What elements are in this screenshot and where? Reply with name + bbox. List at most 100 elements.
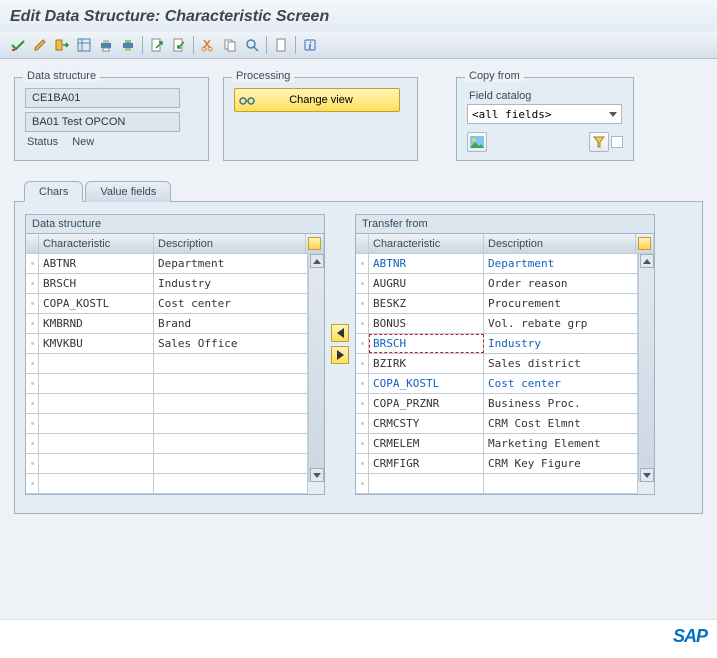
table-row[interactable] [26, 374, 308, 394]
table-row[interactable]: CRMFIGRCRM Key Figure [356, 454, 638, 474]
table-row[interactable]: KMVKBUSales Office [26, 334, 308, 354]
cell-description[interactable]: Industry [484, 334, 638, 353]
col-characteristic[interactable]: Characteristic [39, 234, 154, 253]
table-row[interactable] [356, 474, 638, 494]
table-row[interactable]: BRSCHIndustry [356, 334, 638, 354]
cell-characteristic[interactable] [39, 454, 154, 473]
cell-characteristic[interactable]: KMVKBU [39, 334, 154, 353]
table-settings-icon[interactable] [74, 35, 94, 55]
cell-description[interactable]: CRM Cost Elmnt [484, 414, 638, 433]
scrollbar[interactable] [638, 254, 654, 482]
table-row[interactable] [26, 454, 308, 474]
row-selector[interactable] [26, 394, 39, 413]
row-selector[interactable] [356, 474, 369, 493]
search-icon[interactable] [242, 35, 262, 55]
cell-description[interactable]: Marketing Element [484, 434, 638, 453]
row-selector[interactable] [356, 274, 369, 293]
row-selector[interactable] [356, 294, 369, 313]
row-selector[interactable] [356, 454, 369, 473]
cell-description[interactable]: Vol. rebate grp [484, 314, 638, 333]
table-row[interactable]: ABTNRDepartment [356, 254, 638, 274]
filter-checkbox[interactable] [611, 136, 623, 148]
cell-characteristic[interactable]: BESKZ [369, 294, 484, 313]
cell-description[interactable]: Order reason [484, 274, 638, 293]
row-selector[interactable] [356, 354, 369, 373]
scroll-down-icon[interactable] [310, 468, 324, 482]
table-row[interactable]: ABTNRDepartment [26, 254, 308, 274]
row-selector[interactable] [26, 414, 39, 433]
check-icon[interactable] [8, 35, 28, 55]
row-selector[interactable] [26, 434, 39, 453]
row-selector[interactable] [356, 434, 369, 453]
cell-characteristic[interactable]: BONUS [369, 314, 484, 333]
tab-chars[interactable]: Chars [24, 181, 83, 202]
scroll-up-icon[interactable] [310, 254, 324, 268]
row-selector[interactable] [26, 354, 39, 373]
table-row[interactable]: CRMCSTYCRM Cost Elmnt [356, 414, 638, 434]
row-selector[interactable] [26, 334, 39, 353]
table-row[interactable]: BZIRKSales district [356, 354, 638, 374]
cell-description[interactable] [154, 474, 308, 493]
row-selector[interactable] [26, 274, 39, 293]
table-config-button[interactable] [636, 234, 654, 253]
scroll-up-icon[interactable] [640, 254, 654, 268]
scroll-down-icon[interactable] [640, 468, 654, 482]
row-selector[interactable] [26, 474, 39, 493]
cell-characteristic[interactable]: CRMCSTY [369, 414, 484, 433]
row-selector[interactable] [356, 394, 369, 413]
row-selector[interactable] [356, 314, 369, 333]
table-row[interactable]: AUGRUOrder reason [356, 274, 638, 294]
cell-description[interactable]: Cost center [484, 374, 638, 393]
col-characteristic[interactable]: Characteristic [369, 234, 484, 253]
cell-description[interactable]: Sales Office [154, 334, 308, 353]
cell-characteristic[interactable] [39, 434, 154, 453]
col-description[interactable]: Description [484, 234, 636, 253]
cell-characteristic[interactable]: BZIRK [369, 354, 484, 373]
row-selector[interactable] [356, 254, 369, 273]
cell-characteristic[interactable] [39, 354, 154, 373]
blank-doc-icon[interactable] [271, 35, 291, 55]
table-row[interactable] [26, 474, 308, 494]
table-row[interactable]: COPA_KOSTLCost center [356, 374, 638, 394]
table-row[interactable] [26, 394, 308, 414]
row-selector[interactable] [356, 334, 369, 353]
cell-description[interactable] [154, 414, 308, 433]
col-description[interactable]: Description [154, 234, 306, 253]
cell-description[interactable]: Cost center [154, 294, 308, 313]
table-row[interactable] [26, 414, 308, 434]
cell-description[interactable] [154, 394, 308, 413]
cell-characteristic[interactable]: CRMELEM [369, 434, 484, 453]
cell-characteristic[interactable]: BRSCH [39, 274, 154, 293]
cell-characteristic[interactable]: ABTNR [39, 254, 154, 273]
picture-icon[interactable] [467, 132, 487, 152]
cell-description[interactable]: Department [154, 254, 308, 273]
change-view-button[interactable]: Change view [234, 88, 400, 112]
row-selector[interactable] [26, 294, 39, 313]
cell-characteristic[interactable] [369, 474, 484, 493]
table-row[interactable]: BONUSVol. rebate grp [356, 314, 638, 334]
export-icon[interactable] [147, 35, 167, 55]
cell-characteristic[interactable] [39, 474, 154, 493]
table-row[interactable]: KMBRNDBrand [26, 314, 308, 334]
row-selector[interactable] [26, 314, 39, 333]
pencil-icon[interactable] [30, 35, 50, 55]
cell-description[interactable] [154, 374, 308, 393]
table-row[interactable]: BRSCHIndustry [26, 274, 308, 294]
cell-characteristic[interactable]: COPA_KOSTL [39, 294, 154, 313]
cell-description[interactable]: Brand [154, 314, 308, 333]
move-right-button[interactable] [331, 346, 349, 364]
scrollbar[interactable] [308, 254, 324, 482]
cell-characteristic[interactable]: BRSCH [369, 334, 484, 353]
cell-description[interactable] [154, 354, 308, 373]
cell-description[interactable]: CRM Key Figure [484, 454, 638, 473]
cell-description[interactable]: Industry [154, 274, 308, 293]
table-row[interactable] [26, 354, 308, 374]
move-left-button[interactable] [331, 324, 349, 342]
cell-characteristic[interactable]: COPA_PRZNR [369, 394, 484, 413]
print-icon[interactable] [96, 35, 116, 55]
cell-description[interactable] [154, 434, 308, 453]
row-selector[interactable] [356, 374, 369, 393]
cell-description[interactable]: Business Proc. [484, 394, 638, 413]
table-row[interactable]: COPA_KOSTLCost center [26, 294, 308, 314]
cut-icon[interactable] [198, 35, 218, 55]
